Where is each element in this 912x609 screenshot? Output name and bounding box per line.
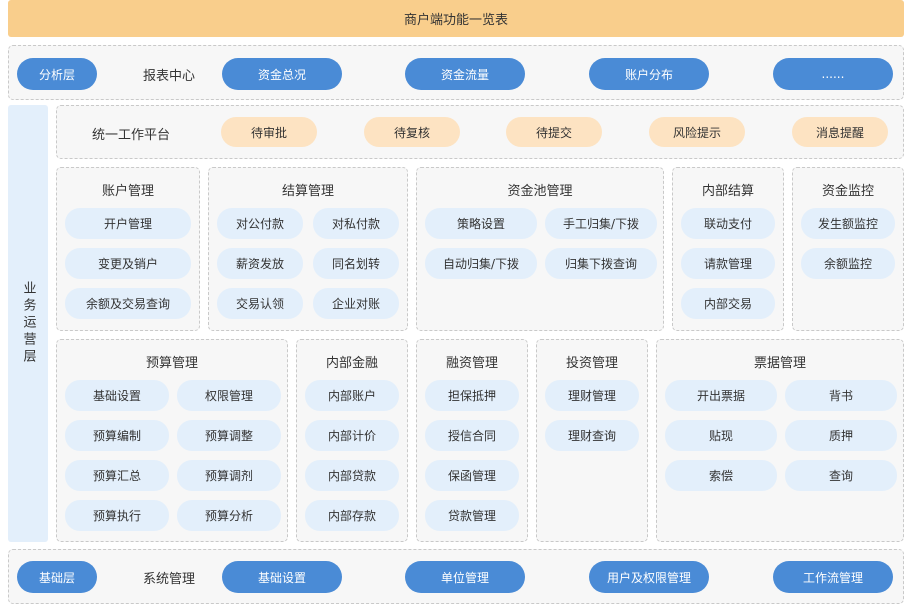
module-item[interactable]: 内部账户 [305,380,399,411]
module-item[interactable]: 对公付款 [217,208,303,239]
workbench-label: 统一工作平台 [91,127,170,143]
report-item-fund-overview[interactable]: 资金总况 [222,58,342,90]
module-item[interactable]: 同名划转 [313,248,399,279]
module-title: 内部金融 [325,356,378,371]
module-item[interactable]: 请款管理 [681,248,775,279]
module-title: 资金监控 [821,184,874,199]
business-operation-layer-label: 业务运营层 [8,105,48,542]
module-item[interactable]: 内部贷款 [305,460,399,491]
module-item[interactable]: 预算执行 [65,500,169,531]
module-fund-monitoring: 资金监控 发生额监控 余额监控 [792,167,904,331]
system-item-basic-settings[interactable]: 基础设置 [222,561,342,593]
module-title: 融资管理 [445,356,498,371]
module-item[interactable]: 担保抵押 [425,380,519,411]
module-item[interactable]: 保函管理 [425,460,519,491]
module-title: 资金池管理 [507,184,573,199]
workbench-row: 统一工作平台 待审批 待复核 待提交 风险提示 消息提醒 [56,105,904,159]
module-item[interactable]: 预算编制 [65,420,169,451]
report-item-more[interactable]: ...... [773,58,893,90]
workbench-item-pending-submit[interactable]: 待提交 [506,117,602,147]
module-item[interactable]: 薪资发放 [217,248,303,279]
module-item[interactable]: 基础设置 [65,380,169,411]
module-item[interactable]: 内部存款 [305,500,399,531]
module-item[interactable]: 预算分析 [177,500,281,531]
workbench-item-pending-approval[interactable]: 待审批 [221,117,317,147]
module-item[interactable]: 贷款管理 [425,500,519,531]
system-item-user-permission-management[interactable]: 用户及权限管理 [589,561,709,593]
analysis-layer-badge: 分析层 [17,58,97,90]
module-item[interactable]: 查询 [785,460,897,491]
module-investment-management: 投资管理 理财管理 理财查询 [536,339,648,542]
module-item[interactable]: 发生额监控 [801,208,895,239]
system-management-label: 系统管理 [142,571,195,587]
module-item[interactable]: 理财查询 [545,420,639,451]
module-item[interactable]: 理财管理 [545,380,639,411]
workbench-item-message-reminder[interactable]: 消息提醒 [792,117,888,147]
module-title: 票据管理 [753,356,806,371]
base-layer-badge: 基础层 [17,561,97,593]
module-title: 账户管理 [101,184,154,199]
module-item[interactable]: 联动支付 [681,208,775,239]
module-item[interactable]: 归集下拨查询 [545,248,657,279]
module-title: 预算管理 [145,356,198,371]
report-center-label: 报表中心 [142,68,195,84]
module-item[interactable]: 预算调剂 [177,460,281,491]
module-item[interactable]: 索偿 [665,460,777,491]
module-internal-finance: 内部金融 内部账户 内部计价 内部贷款 内部存款 [296,339,408,542]
module-item[interactable]: 余额监控 [801,248,895,279]
module-item[interactable]: 授信合同 [425,420,519,451]
system-item-unit-management[interactable]: 单位管理 [405,561,525,593]
module-item[interactable]: 内部计价 [305,420,399,451]
workbench-item-pending-review[interactable]: 待复核 [364,117,460,147]
module-item[interactable]: 预算汇总 [65,460,169,491]
module-bill-management: 票据管理 开出票据 背书 贴现 质押 索偿 查询 [656,339,904,542]
module-title: 结算管理 [281,184,334,199]
module-account-management: 账户管理 开户管理 变更及销户 余额及交易查询 [56,167,200,331]
module-item[interactable]: 交易认领 [217,288,303,319]
side-label-text: 业务运营层 [20,281,36,366]
report-item-account-distribution[interactable]: 账户分布 [589,58,709,90]
module-item[interactable]: 贴现 [665,420,777,451]
module-item[interactable]: 权限管理 [177,380,281,411]
module-title: 内部结算 [701,184,754,199]
module-item[interactable]: 自动归集/下拨 [425,248,537,279]
module-item[interactable]: 对私付款 [313,208,399,239]
module-settlement-management: 结算管理 对公付款 对私付款 薪资发放 同名划转 交易认领 企业对账 [208,167,408,331]
module-item[interactable]: 开户管理 [65,208,191,239]
page-title: 商户端功能一览表 [8,0,904,37]
module-item[interactable]: 变更及销户 [65,248,191,279]
module-item[interactable]: 开出票据 [665,380,777,411]
module-title: 投资管理 [565,356,618,371]
module-item[interactable]: 预算调整 [177,420,281,451]
module-internal-settlement: 内部结算 联动支付 请款管理 内部交易 [672,167,784,331]
module-item[interactable]: 策略设置 [425,208,537,239]
module-item[interactable]: 内部交易 [681,288,775,319]
system-management-row: 基础层 系统管理 基础设置 单位管理 用户及权限管理 工作流管理 [8,549,904,604]
module-budget-management: 预算管理 基础设置 权限管理 预算编制 预算调整 预算汇总 预算调剂 预算执行 … [56,339,288,542]
module-financing-management: 融资管理 担保抵押 授信合同 保函管理 贷款管理 [416,339,528,542]
module-item[interactable]: 余额及交易查询 [65,288,191,319]
report-center-row: 分析层 报表中心 资金总况 资金流量 账户分布 ...... [8,45,904,100]
workbench-item-risk-alert[interactable]: 风险提示 [649,117,745,147]
module-item[interactable]: 手工归集/下拨 [545,208,657,239]
system-item-workflow-management[interactable]: 工作流管理 [773,561,893,593]
module-item[interactable]: 质押 [785,420,897,451]
report-item-fund-flow[interactable]: 资金流量 [405,58,525,90]
module-cash-pool-management: 资金池管理 策略设置 手工归集/下拨 自动归集/下拨 归集下拨查询 [416,167,664,331]
module-item[interactable]: 背书 [785,380,897,411]
module-item[interactable]: 企业对账 [313,288,399,319]
